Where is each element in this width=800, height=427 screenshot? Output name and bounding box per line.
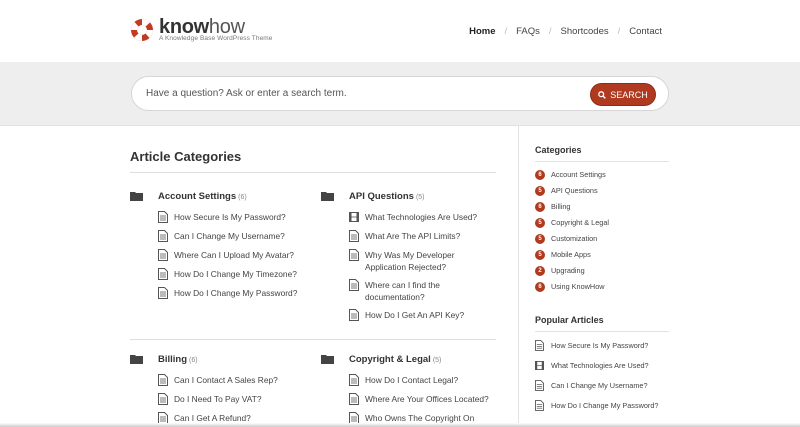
search-icon — [598, 90, 607, 99]
article-link[interactable]: What Technologies Are Used? — [321, 211, 501, 230]
category-title[interactable]: API Questions (5) — [349, 191, 425, 202]
count-badge: 2 — [535, 266, 545, 276]
sidebar-category-item[interactable]: 2 Upgrading — [535, 265, 669, 281]
film-icon — [349, 212, 359, 222]
category-billing: Billing (6) Can I Contact A Sales Rep? Do… — [130, 354, 310, 427]
sidebar-divider — [518, 126, 519, 427]
document-icon — [349, 393, 359, 405]
folder-icon — [321, 355, 334, 364]
lifebuoy-logo-icon — [131, 19, 153, 41]
logo-tagline: A Knowledge Base WordPress Theme — [159, 35, 273, 42]
document-icon — [535, 400, 544, 411]
search-input[interactable]: Have a question? Ask or enter a search t… — [131, 76, 669, 111]
document-icon — [349, 249, 359, 261]
document-icon — [158, 268, 168, 280]
article-link[interactable]: Where Can I Upload My Avatar? — [130, 249, 310, 268]
nav-separator: / — [617, 26, 621, 37]
sidebar-rule — [535, 331, 669, 332]
article-link[interactable]: Where Are Your Offices Located? — [321, 393, 501, 412]
site-header: knowhow A Knowledge Base WordPress Theme… — [0, 0, 800, 62]
category-title[interactable]: Billing (6) — [158, 354, 198, 365]
document-icon — [349, 374, 359, 386]
article-link[interactable]: Why Was My Developer Application Rejected… — [321, 249, 501, 279]
article-link[interactable]: What Are The API Limits? — [321, 230, 501, 249]
document-icon — [158, 211, 168, 223]
count-badge: 5 — [535, 218, 545, 228]
document-icon — [535, 380, 544, 391]
sidebar-rule — [535, 161, 669, 162]
count-badge: 6 — [535, 202, 545, 212]
popular-article-link[interactable]: Can I Change My Username? — [535, 380, 669, 400]
sidebar-category-item[interactable]: 5 API Questions — [535, 185, 669, 201]
sidebar-categories-widget: Categories 6 Account Settings 5 API Questi… — [535, 145, 669, 297]
folder-icon — [130, 355, 143, 364]
article-link[interactable]: How Do I Change My Password? — [130, 287, 310, 306]
document-icon — [158, 287, 168, 299]
document-icon — [158, 374, 168, 386]
category-title[interactable]: Copyright & Legal (5) — [349, 354, 441, 365]
sidebar-popular-title: Popular Articles — [535, 315, 604, 325]
window-bottom-edge — [0, 423, 800, 427]
nav-shortcodes[interactable]: Shortcodes — [561, 26, 609, 37]
category-account-settings: Account Settings (6) How Secure Is My Pas… — [130, 191, 310, 306]
title-divider — [130, 172, 496, 173]
article-link[interactable]: How Do I Get An API Key? — [321, 309, 501, 328]
sidebar-popular-widget: Popular Articles How Secure Is My Passwo… — [535, 315, 669, 420]
nav-faqs[interactable]: FAQs — [516, 26, 540, 37]
document-icon — [349, 309, 359, 321]
film-icon — [535, 361, 544, 370]
sidebar-category-item[interactable]: 5 Mobile Apps — [535, 249, 669, 265]
category-count: (5) — [415, 194, 425, 201]
sidebar-categories-title: Categories — [535, 145, 582, 155]
sidebar-category-item[interactable]: 5 Copyright & Legal — [535, 217, 669, 233]
count-badge: 5 — [535, 250, 545, 260]
page-title: Article Categories — [130, 149, 242, 164]
article-link[interactable]: How Do I Contact Legal? — [321, 374, 501, 393]
popular-article-link[interactable]: How Secure Is My Password? — [535, 340, 669, 360]
article-link[interactable]: Can I Contact A Sales Rep? — [130, 374, 310, 393]
article-link[interactable]: Do I Need To Pay VAT? — [130, 393, 310, 412]
document-icon — [349, 279, 359, 291]
search-button-label: SEARCH — [610, 89, 648, 100]
count-badge: 5 — [535, 234, 545, 244]
folder-icon — [130, 192, 143, 201]
count-badge: 5 — [535, 186, 545, 196]
document-icon — [535, 340, 544, 351]
nav-home[interactable]: Home — [469, 26, 495, 37]
sidebar-category-item[interactable]: 6 Using KnowHow — [535, 281, 669, 297]
count-badge: 6 — [535, 170, 545, 180]
nav-separator: / — [548, 26, 552, 37]
search-button[interactable]: SEARCH — [590, 83, 656, 106]
category-count: (5) — [432, 357, 442, 364]
category-api-questions: API Questions (5) What Technologies Are U… — [321, 191, 501, 328]
search-band: Have a question? Ask or enter a search t… — [0, 62, 800, 126]
article-link[interactable]: Can I Change My Username? — [130, 230, 310, 249]
category-count: (6) — [189, 357, 198, 364]
document-icon — [349, 230, 359, 242]
popular-article-link[interactable]: How Do I Change My Password? — [535, 400, 669, 420]
count-badge: 6 — [535, 282, 545, 292]
category-copyright-legal: Copyright & Legal (5) How Do I Contact Le… — [321, 354, 501, 427]
sidebar-category-item[interactable]: 5 Customization — [535, 233, 669, 249]
article-link[interactable]: Where can I find the documentation? — [321, 279, 501, 309]
category-count: (6) — [238, 194, 247, 201]
document-icon — [158, 249, 168, 261]
article-link[interactable]: How Do I Change My Timezone? — [130, 268, 310, 287]
nav-separator: / — [504, 26, 508, 37]
main-nav: Home / FAQs / Shortcodes / Contact — [469, 26, 662, 37]
main-content: Article Categories Account Settings (6) H… — [130, 126, 496, 427]
sidebar-category-item[interactable]: 6 Account Settings — [535, 169, 669, 185]
nav-contact[interactable]: Contact — [629, 26, 662, 37]
search-placeholder: Have a question? Ask or enter a search t… — [146, 88, 347, 99]
folder-icon — [321, 192, 334, 201]
popular-article-link[interactable]: What Technologies Are Used? — [535, 360, 669, 380]
article-link[interactable]: How Secure Is My Password? — [130, 211, 310, 230]
sidebar-category-item[interactable]: 6 Billing — [535, 201, 669, 217]
document-icon — [158, 393, 168, 405]
document-icon — [158, 230, 168, 242]
category-title[interactable]: Account Settings (6) — [158, 191, 247, 202]
section-divider — [130, 339, 496, 340]
